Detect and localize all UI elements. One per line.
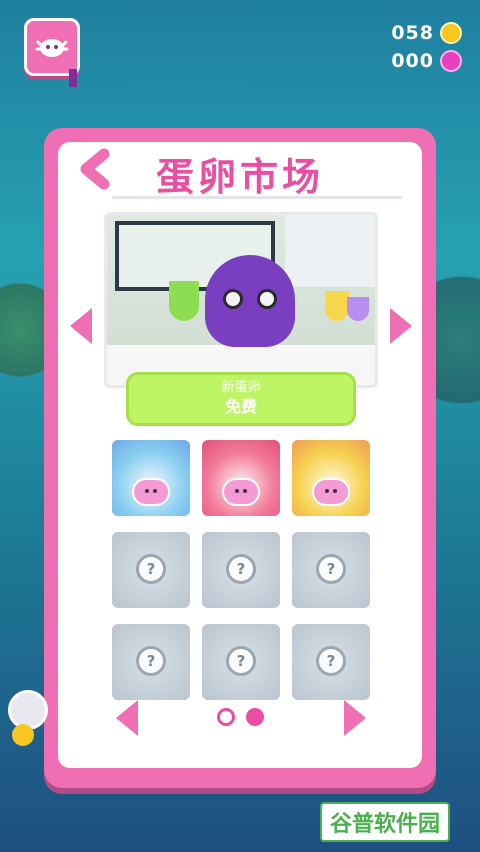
- coin-counter: 058: [391, 22, 462, 44]
- gem-count: 000: [391, 50, 434, 72]
- background-plant-right: [434, 240, 480, 440]
- egg-grid: ? ? ? ? ? ?: [112, 440, 370, 700]
- egg-slot-3[interactable]: [292, 440, 370, 516]
- watermark-logo: 谷普软件园: [320, 802, 451, 842]
- egg-slot-1[interactable]: [112, 440, 190, 516]
- title-divider: [112, 196, 402, 199]
- egg-slot-locked[interactable]: ?: [292, 624, 370, 700]
- egg-slot-2[interactable]: [202, 440, 280, 516]
- left-arrow-icon: [116, 700, 138, 736]
- scene-next-button[interactable]: [386, 304, 416, 348]
- book-ribbon: [69, 69, 77, 87]
- lab-shelf: [285, 215, 375, 287]
- side-menu-bubble[interactable]: [8, 690, 48, 730]
- gem-icon: [440, 50, 462, 72]
- yellow-flask: [325, 291, 349, 321]
- offer-name: 新蛋卵: [221, 380, 261, 395]
- page-dot-2[interactable]: [246, 708, 264, 726]
- book-icon: [35, 39, 69, 57]
- lab-scene-image: [104, 212, 378, 388]
- page-next-button[interactable]: [340, 696, 370, 740]
- page-title: 蛋卵市场: [155, 155, 324, 199]
- left-arrow-icon: [70, 308, 92, 344]
- coin-icon: [440, 22, 462, 44]
- page-dot-1[interactable]: [217, 708, 235, 726]
- egg-slot-locked[interactable]: ?: [112, 532, 190, 608]
- lock-question-icon: ?: [226, 554, 256, 584]
- octopus-scientist: [205, 255, 295, 347]
- background-plant-left: [0, 260, 50, 400]
- egg-slot-locked[interactable]: ?: [202, 532, 280, 608]
- green-flask: [169, 281, 199, 321]
- egg-slot-locked[interactable]: ?: [292, 532, 370, 608]
- coin-count: 058: [391, 22, 434, 44]
- lock-question-icon: ?: [136, 646, 166, 676]
- goggle-left: [223, 289, 243, 309]
- creature-icon: [132, 478, 170, 506]
- new-egg-offer-button[interactable]: 新蛋卵 免费: [126, 372, 356, 426]
- album-book-button[interactable]: [24, 18, 80, 87]
- purple-flask: [347, 297, 369, 321]
- right-arrow-icon: [344, 700, 366, 736]
- creature-icon: [222, 478, 260, 506]
- offer-price: 免费: [224, 397, 257, 416]
- creature-icon: [312, 478, 350, 506]
- goggle-right: [257, 289, 277, 309]
- scene-prev-button[interactable]: [66, 304, 96, 348]
- page-prev-button[interactable]: [112, 696, 142, 740]
- lock-question-icon: ?: [226, 646, 256, 676]
- egg-slot-locked[interactable]: ?: [202, 624, 280, 700]
- egg-slot-locked[interactable]: ?: [112, 624, 190, 700]
- right-arrow-icon: [390, 308, 412, 344]
- coin-icon: [12, 724, 34, 746]
- gem-counter: 000: [391, 50, 462, 72]
- lock-question-icon: ?: [136, 554, 166, 584]
- lock-question-icon: ?: [316, 646, 346, 676]
- lock-question-icon: ?: [316, 554, 346, 584]
